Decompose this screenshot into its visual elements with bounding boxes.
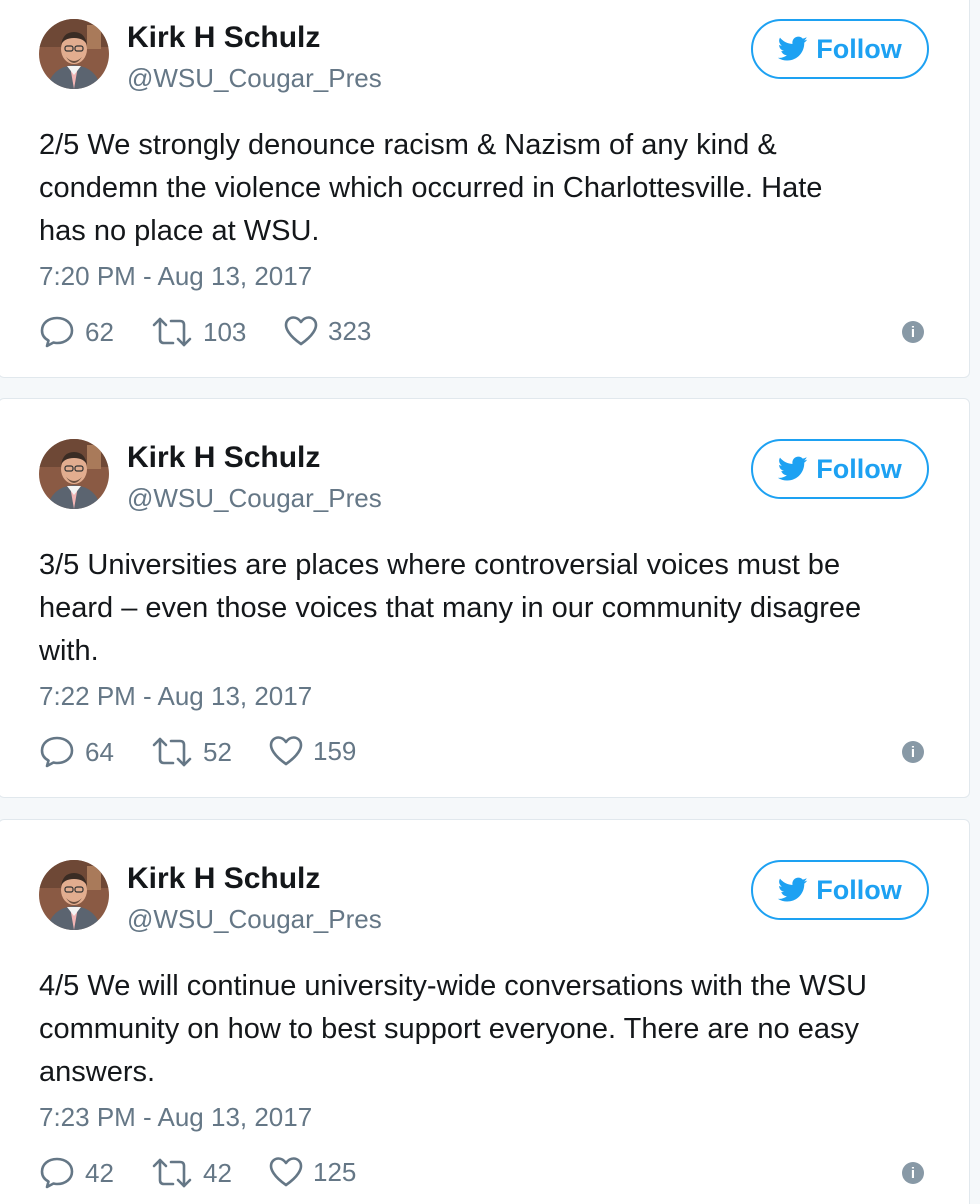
- author-handle[interactable]: @WSU_Cougar_Pres: [127, 904, 382, 935]
- reply-count: 42: [85, 1157, 114, 1188]
- reply-icon: [39, 1156, 75, 1190]
- follow-button[interactable]: Follow: [751, 19, 929, 79]
- follow-button[interactable]: Follow: [751, 439, 929, 499]
- retweet-icon: [151, 1156, 193, 1190]
- like-count: 323: [328, 315, 372, 346]
- retweet-icon: [151, 735, 193, 769]
- like-action[interactable]: 125: [269, 1156, 356, 1188]
- tweet-card: Kirk H Schulz @WSU_Cougar_Pres Follow 4/…: [0, 819, 970, 1204]
- tweet-timestamp[interactable]: 7:23 PM - Aug 13, 2017: [39, 1102, 312, 1133]
- author-handle[interactable]: @WSU_Cougar_Pres: [127, 63, 382, 94]
- reply-icon: [39, 315, 75, 349]
- info-icon[interactable]: i: [902, 321, 924, 343]
- retweet-count: 52: [203, 736, 232, 767]
- avatar[interactable]: [39, 860, 109, 930]
- author-name[interactable]: Kirk H Schulz: [127, 21, 320, 55]
- like-action[interactable]: 323: [284, 315, 371, 347]
- info-icon[interactable]: i: [902, 1162, 924, 1184]
- avatar[interactable]: [39, 439, 109, 509]
- like-count: 125: [313, 1156, 357, 1187]
- reply-icon: [39, 735, 75, 769]
- follow-label: Follow: [816, 874, 902, 905]
- tweet-card: Kirk H Schulz @WSU_Cougar_Pres Follow 2/…: [0, 0, 970, 378]
- reply-action[interactable]: 64: [39, 735, 114, 769]
- follow-label: Follow: [816, 453, 902, 484]
- like-count: 159: [313, 735, 357, 766]
- retweet-count: 42: [203, 1157, 232, 1188]
- heart-icon: [284, 315, 318, 347]
- follow-label: Follow: [816, 33, 902, 64]
- retweet-action[interactable]: 42: [151, 1156, 232, 1190]
- reply-count: 64: [85, 736, 114, 767]
- avatar[interactable]: [39, 19, 109, 89]
- retweet-count: 103: [203, 316, 247, 347]
- tweet-text: 3/5 Universities are places where contro…: [39, 549, 862, 667]
- info-icon[interactable]: i: [902, 741, 924, 763]
- tweet-text: 4/5 We will continue university-wide con…: [39, 970, 867, 1088]
- tweet-thread: Kirk H Schulz @WSU_Cougar_Pres Follow 2/…: [0, 0, 980, 1204]
- follow-button[interactable]: Follow: [751, 860, 929, 920]
- tweet-timestamp[interactable]: 7:20 PM - Aug 13, 2017: [39, 261, 312, 292]
- author-name[interactable]: Kirk H Schulz: [127, 862, 320, 896]
- tweet-card: Kirk H Schulz @WSU_Cougar_Pres Follow 3/…: [0, 398, 970, 798]
- reply-action[interactable]: 62: [39, 315, 114, 349]
- heart-icon: [269, 1156, 303, 1188]
- author-handle[interactable]: @WSU_Cougar_Pres: [127, 483, 382, 514]
- retweet-action[interactable]: 103: [151, 315, 246, 349]
- reply-action[interactable]: 42: [39, 1156, 114, 1190]
- heart-icon: [269, 735, 303, 767]
- tweet-text: 2/5 We strongly denounce racism & Nazism…: [39, 129, 823, 247]
- like-action[interactable]: 159: [269, 735, 356, 767]
- retweet-action[interactable]: 52: [151, 735, 232, 769]
- retweet-icon: [151, 315, 193, 349]
- twitter-bird-icon: [778, 877, 808, 903]
- twitter-bird-icon: [778, 456, 808, 482]
- twitter-bird-icon: [778, 36, 808, 62]
- reply-count: 62: [85, 316, 114, 347]
- tweet-timestamp[interactable]: 7:22 PM - Aug 13, 2017: [39, 681, 312, 712]
- author-name[interactable]: Kirk H Schulz: [127, 441, 320, 475]
